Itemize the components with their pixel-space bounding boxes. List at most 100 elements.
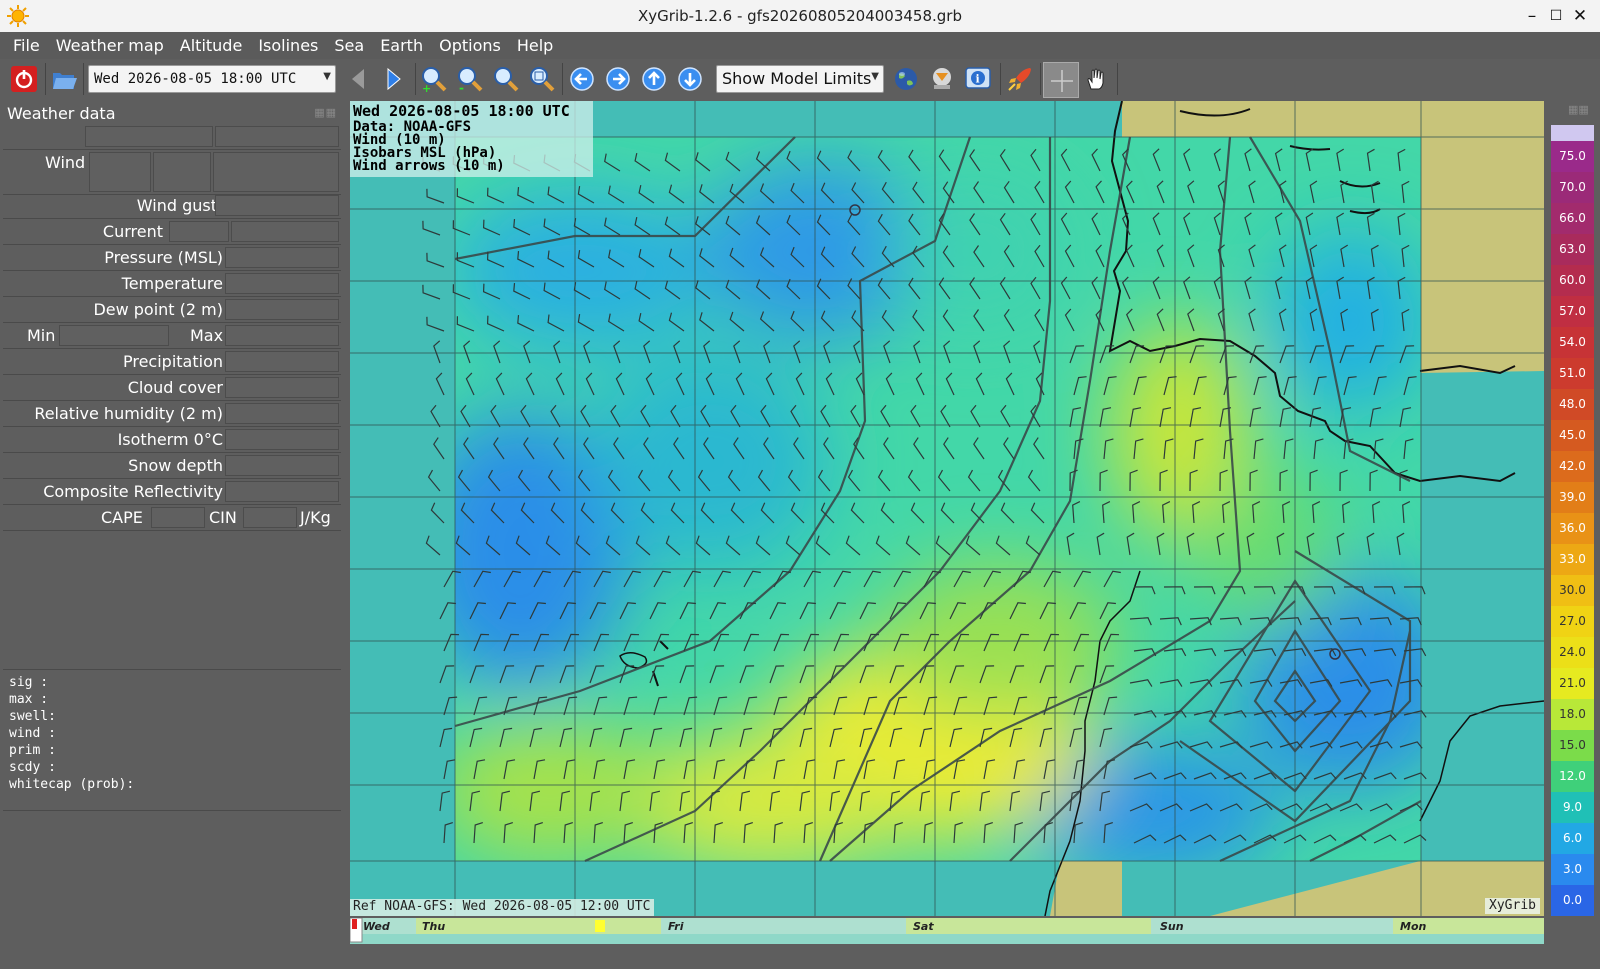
menu-earth[interactable]: Earth [372,32,431,59]
min-max-row: Min Max [3,324,341,349]
crosshair-mode-button[interactable] [1043,62,1079,98]
maximize-icon[interactable]: ☐ [1544,4,1568,28]
crosshair-icon [1051,70,1073,92]
scale-value: 63.0 [1551,234,1594,265]
zoom-area-icon[interactable] [492,65,520,93]
hand-icon[interactable] [1082,65,1110,93]
globe-icon[interactable] [892,65,920,93]
dew-point-row: Dew point (2 m) [3,298,341,323]
scale-value: 54.0 [1551,327,1594,358]
scale-value: 27.0 [1551,606,1594,637]
pan-up-icon[interactable] [640,65,668,93]
isotherm-row: Isotherm 0°C [3,428,341,453]
snow-depth-row: Snow depth [3,454,341,479]
scale-value: 9.0 [1551,792,1594,823]
cloud-cover-row: Cloud cover [3,376,341,401]
scale-value: 60.0 [1551,265,1594,296]
scale-value: 0.0 [1551,885,1594,916]
panel-float-icon[interactable]: ▦▦ [314,106,337,119]
date-select[interactable]: Wed 2026-08-05 18:00 UTC ▼ [88,65,336,93]
timeline-day-thu[interactable]: Thu [422,920,445,933]
title-bar: XyGrib-1.2.6 - gfs20260805204003458.grb … [0,0,1600,33]
current-row: Current [3,220,341,245]
scale-value: 24.0 [1551,637,1594,668]
close-icon[interactable]: ✕ [1568,4,1592,28]
map-info-box: Wed 2026-08-05 18:00 UTC Data: NOAA-GFS … [350,101,593,177]
download-icon[interactable] [928,65,956,93]
color-scale: ▦▦ 75.0 70.0 66.0 63.0 60.0 57.0 54.0 51.0 48.0 4… [1548,101,1596,916]
menu-options[interactable]: Options [431,32,509,59]
zoom-out-icon[interactable]: - [456,65,484,93]
scale-value: 12.0 [1551,761,1594,792]
scale-float-icon[interactable]: ▦▦ [1568,103,1589,116]
brand-label: XyGrib [1485,898,1540,914]
pan-left-icon[interactable] [568,65,596,93]
scale-value: 30.0 [1551,575,1594,606]
pressure-row: Pressure (MSL) [3,246,341,271]
timeline-day-sun[interactable]: Sun [1160,920,1184,933]
menu-sea[interactable]: Sea [326,32,372,59]
precipitation-row: Precipitation [3,350,341,375]
window-title: XyGrib-1.2.6 - gfs20260805204003458.grb [638,7,962,25]
model-limits-select[interactable]: Show Model Limits ▼ [716,65,884,93]
open-file-icon[interactable] [50,65,78,93]
wind-beaufort-value [213,152,339,192]
scale-value: 21.0 [1551,668,1594,699]
timeline-day-wed[interactable]: Wed [363,920,390,933]
scale-value: 66.0 [1551,203,1594,234]
scale-value: 70.0 [1551,172,1594,203]
wind-speed-value [89,152,151,192]
pan-right-icon[interactable] [604,65,632,93]
reflectivity-row: Composite Reflectivity [3,480,341,505]
map-canvas[interactable] [350,101,1544,916]
scale-value: 3.0 [1551,854,1594,885]
timeline-day-mon[interactable]: Mon [1400,920,1426,933]
wave-info: sig : max : swell: wind : prim : scdy : … [3,669,341,811]
zoom-fit-icon[interactable] [528,65,556,93]
power-icon[interactable] [10,65,38,93]
info-icon[interactable]: i [964,65,992,93]
scale-value: 15.0 [1551,730,1594,761]
menu-isolines[interactable]: Isolines [250,32,326,59]
minimize-icon[interactable]: – [1520,4,1544,28]
svg-text:i: i [976,73,980,86]
scale-value: 33.0 [1551,544,1594,575]
toolbar: Wed 2026-08-05 18:00 UTC ▼ + - Show Mode… [0,59,1600,101]
model-reference-label: Ref NOAA-GFS: Wed 2026-08-05 12:00 UTC [350,899,655,916]
menu-altitude[interactable]: Altitude [172,32,251,59]
cape-cin-row: CAPE CIN J/Kg [3,506,341,531]
scale-value: 57.0 [1551,296,1594,327]
previous-icon[interactable] [344,65,372,93]
scale-value: 39.0 [1551,482,1594,513]
wind-direction-value [153,152,211,192]
wind-gust-row: Wind gust [3,194,341,219]
rocket-icon[interactable] [1006,65,1034,93]
weather-map[interactable]: Wed 2026-08-05 18:00 UTC Data: NOAA-GFS … [350,101,1544,916]
panel-title: Weather data [7,104,116,123]
menu-weather-map[interactable]: Weather map [48,32,172,59]
scale-value: 36.0 [1551,513,1594,544]
pan-down-icon[interactable] [676,65,704,93]
timeline[interactable]: Wed Thu Fri Sat Sun Mon [349,917,1544,944]
temperature-row: Temperature [3,272,341,297]
wind-row: Wind [3,151,341,195]
scale-value: 48.0 [1551,389,1594,420]
next-icon[interactable] [380,65,408,93]
scale-value: 75.0 [1551,141,1594,172]
weather-data-panel: Weather data ▦▦ Wind Wind gust Current P… [3,101,343,969]
scale-value: 18.0 [1551,699,1594,730]
header-row [3,125,341,150]
svg-text:-: - [459,81,464,93]
scale-value: 42.0 [1551,451,1594,482]
zoom-in-icon[interactable]: + [420,65,448,93]
timeline-day-sat[interactable]: Sat [913,920,934,933]
timeline-day-fri[interactable]: Fri [668,920,684,933]
menu-bar: File Weather map Altitude Isolines Sea Earth O… [0,32,1600,59]
menu-help[interactable]: Help [509,32,561,59]
scale-value: 6.0 [1551,823,1594,854]
svg-text:+: + [422,82,431,93]
scale-value: 51.0 [1551,358,1594,389]
humidity-row: Relative humidity (2 m) [3,402,341,427]
scale-value: 45.0 [1551,420,1594,451]
menu-file[interactable]: File [0,32,48,59]
